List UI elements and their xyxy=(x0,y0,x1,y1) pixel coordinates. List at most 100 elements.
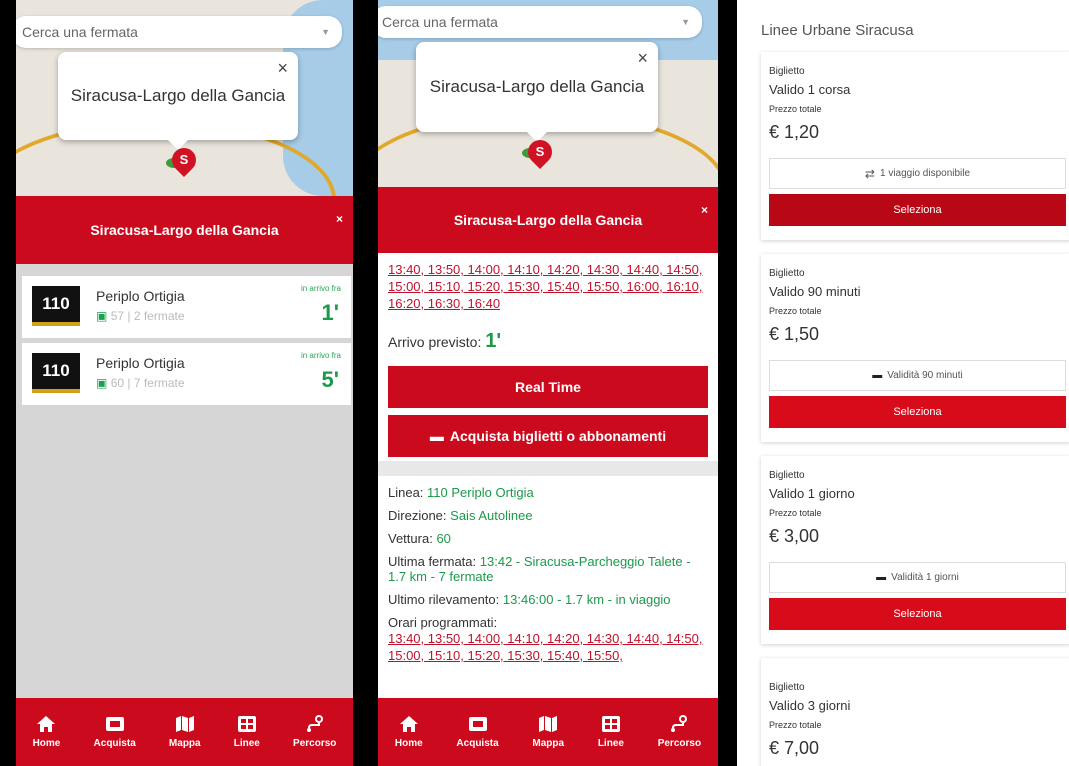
info-ultimo-rilevamento: Ultimo rilevamento: 13:46:00 - 1.7 km - … xyxy=(388,592,671,607)
nav-linee[interactable]: Linee xyxy=(234,715,260,749)
info-linea: Linea: 110 Periplo Ortigia xyxy=(388,485,534,500)
popup-stop-name: Siracusa-Largo della Gancia xyxy=(70,86,286,105)
ticket-card: Biglietto Valido 3 giorni Prezzo totale … xyxy=(761,658,1069,766)
ticket-kind: Biglietto xyxy=(769,470,805,481)
map-icon xyxy=(538,715,558,733)
nav-linee[interactable]: Linee xyxy=(598,715,624,749)
close-icon[interactable]: × xyxy=(701,203,708,217)
ticket-option[interactable]: ▬ Validità 90 minuti xyxy=(769,360,1066,391)
bottom-nav: Home Acquista Mappa Linee Percorso xyxy=(16,698,353,766)
page-title: Linee Urbane Siracusa xyxy=(761,22,914,39)
map-view[interactable]: Cerca una fermata ▼ Siracusa-Largo della … xyxy=(16,0,353,196)
ticket-kind: Biglietto xyxy=(769,66,805,77)
ticket-card: Biglietto Valido 1 corsa Prezzo totale €… xyxy=(761,52,1069,240)
ticket-option[interactable]: ▬ Validità 1 giorni xyxy=(769,562,1066,593)
ticket-icon: ▬ xyxy=(429,428,444,444)
ticket-kind: Biglietto xyxy=(769,268,805,279)
search-input[interactable]: Cerca una fermata ▼ xyxy=(16,16,342,48)
bus-icon: ▣ xyxy=(96,376,108,390)
calendar-icon: ▬ xyxy=(872,370,883,381)
ticket-price: € 7,00 xyxy=(769,738,820,758)
home-icon xyxy=(36,715,56,733)
map-icon xyxy=(175,715,195,733)
info-orari: Orari programmati: 13:40, 13:50, 14:00, 1… xyxy=(388,615,703,663)
arrival-expected-value: 1' xyxy=(485,330,502,352)
nav-acquista[interactable]: Acquista xyxy=(94,715,136,749)
bottom-nav: Home Acquista Mappa Linee Percorso xyxy=(378,698,718,766)
info-direzione: Direzione: Sais Autolinee xyxy=(388,508,533,523)
stop-screen: Cerca una fermata ▼ Siracusa-Largo della … xyxy=(16,0,353,766)
nav-percorso[interactable]: Percorso xyxy=(658,715,701,749)
select-button[interactable]: Seleziona xyxy=(769,598,1066,630)
arrival-item[interactable]: 110 Periplo Ortigia ▣ 57 | 2 fermate in … xyxy=(22,276,351,338)
arrival-minutes: 1' xyxy=(321,300,339,325)
vehicle-info: ▣ 57 | 2 fermate xyxy=(96,309,185,323)
ticket-kind: Biglietto xyxy=(769,682,805,693)
bus-icon: ▣ xyxy=(96,309,108,323)
close-icon[interactable]: × xyxy=(637,48,648,69)
ticket-icon xyxy=(105,715,125,733)
ticket-price: € 1,20 xyxy=(769,122,820,142)
home-icon xyxy=(399,715,419,733)
arrival-label: in arrivo fra xyxy=(300,284,341,293)
search-input[interactable]: Cerca una fermata ▼ xyxy=(378,6,702,38)
info-ultima-fermata: Ultima fermata: 13:42 - Siracusa-Parcheg… xyxy=(388,554,691,584)
calendar-icon: ▬ xyxy=(876,572,887,583)
ticket-icon xyxy=(468,715,488,733)
close-icon[interactable]: × xyxy=(277,58,288,79)
nav-percorso[interactable]: Percorso xyxy=(293,715,336,749)
vehicle-info: ▣ 60 | 7 fermate xyxy=(96,376,185,390)
popup-stop-name: Siracusa-Largo della Gancia xyxy=(429,77,645,96)
arrival-expected: Arrivo previsto: 1' xyxy=(388,330,502,352)
nav-acquista[interactable]: Acquista xyxy=(456,715,499,749)
close-icon[interactable]: × xyxy=(336,212,343,226)
chevron-down-icon[interactable]: ▼ xyxy=(321,27,330,37)
map-view[interactable]: Cerca una fermata ▼ Siracusa-Largo della … xyxy=(378,0,718,187)
ticket-option[interactable]: ⇄ 1 viaggio disponibile xyxy=(769,158,1066,189)
arrival-minutes: 5' xyxy=(321,367,339,392)
nav-home[interactable]: Home xyxy=(33,715,60,749)
info-vettura: Vettura: 60 xyxy=(388,531,451,546)
line-name: Periplo Ortigia xyxy=(96,288,185,304)
price-label: Prezzo totale xyxy=(769,306,822,316)
vehicle-info-panel: Linea: 110 Periplo Ortigia Direzione: Sa… xyxy=(378,476,718,706)
ticket-card: Biglietto Valido 90 minuti Prezzo totale… xyxy=(761,254,1069,442)
ticket-name: Valido 3 giorni xyxy=(769,698,851,713)
swap-icon: ⇄ xyxy=(864,166,875,181)
ticket-card: Biglietto Valido 1 giorno Prezzo totale … xyxy=(761,456,1069,644)
price-label: Prezzo totale xyxy=(769,508,822,518)
nav-mappa[interactable]: Mappa xyxy=(169,715,201,749)
stop-detail-screen: Cerca una fermata ▼ Siracusa-Largo della … xyxy=(378,0,718,766)
timetable-links[interactable]: 13:40, 13:50, 14:00, 14:10, 14:20, 14:30… xyxy=(388,261,708,312)
map-popup: Siracusa-Largo della Gancia × xyxy=(58,52,298,150)
arrival-item[interactable]: 110 Periplo Ortigia ▣ 60 | 7 fermate in … xyxy=(22,343,351,405)
bus-stop-pin-icon[interactable]: S xyxy=(523,135,557,169)
line-name: Periplo Ortigia xyxy=(96,355,185,371)
route-icon xyxy=(305,715,325,733)
realtime-button[interactable]: Real Time xyxy=(388,366,708,408)
ticket-price: € 3,00 xyxy=(769,526,820,546)
arrival-label: in arrivo fra xyxy=(300,351,341,360)
line-number-badge: 110 xyxy=(32,286,80,326)
chevron-down-icon[interactable]: ▼ xyxy=(681,17,690,27)
stop-title: Siracusa-Largo della Gancia xyxy=(90,222,279,238)
ticket-name: Valido 90 minuti xyxy=(769,284,861,299)
stop-header: Siracusa-Largo della Gancia × xyxy=(378,187,718,253)
lines-icon xyxy=(237,715,257,733)
select-button[interactable]: Seleziona xyxy=(769,396,1066,428)
bus-stop-pin-icon[interactable]: S xyxy=(167,143,201,177)
nav-mappa[interactable]: Mappa xyxy=(532,715,564,749)
buy-tickets-button[interactable]: ▬ Acquista biglietti o abbonamenti xyxy=(388,415,708,457)
select-button[interactable]: Seleziona xyxy=(769,194,1066,226)
ticket-name: Valido 1 corsa xyxy=(769,82,851,97)
nav-home[interactable]: Home xyxy=(395,715,423,749)
tickets-screen: Linee Urbane Siracusa Biglietto Valido 1… xyxy=(737,0,1069,766)
stop-title: Siracusa-Largo della Gancia xyxy=(453,212,643,228)
lines-icon xyxy=(601,715,621,733)
line-number-badge: 110 xyxy=(32,353,80,393)
realtime-panel: 13:40, 13:50, 14:00, 14:10, 14:20, 14:30… xyxy=(378,253,718,461)
ticket-name: Valido 1 giorno xyxy=(769,486,855,501)
route-icon xyxy=(669,715,689,733)
map-popup: Siracusa-Largo della Gancia × xyxy=(416,42,658,142)
ticket-price: € 1,50 xyxy=(769,324,820,344)
